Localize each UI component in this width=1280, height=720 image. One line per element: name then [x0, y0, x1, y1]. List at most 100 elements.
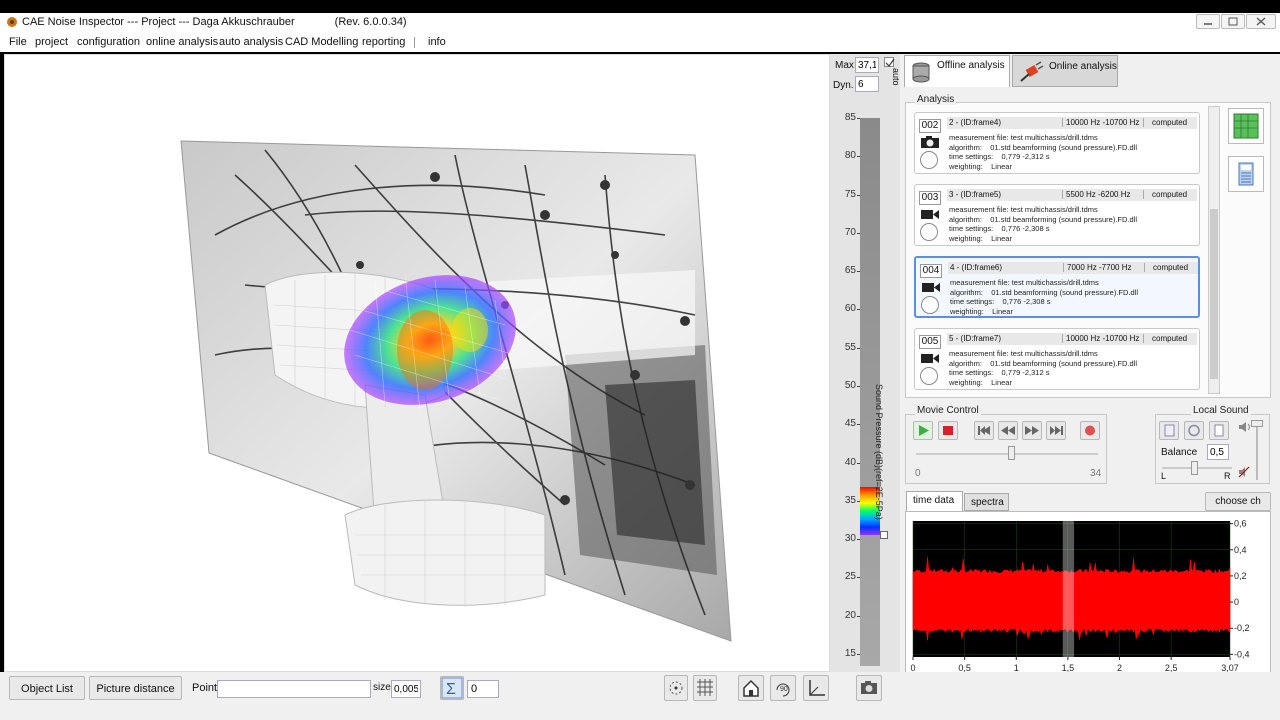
scale-tick-mark — [857, 156, 860, 158]
fast-forward-button[interactable] — [1022, 421, 1042, 440]
analysis-scrollbar[interactable] — [1208, 106, 1220, 394]
scale-tick-label: 70 — [844, 226, 856, 238]
volume-slider-thumb[interactable] — [1251, 420, 1263, 427]
analysis-item-radio[interactable] — [920, 223, 938, 241]
menu-configuration[interactable]: configuration — [77, 36, 140, 48]
analysis-item-radio[interactable] — [920, 367, 938, 385]
stop-button[interactable] — [938, 421, 958, 440]
dyn-input[interactable] — [855, 76, 879, 92]
analysis-item[interactable]: 005 5 - (ID:frame7) 10000 Hz -10700 Hz comp… — [914, 328, 1200, 390]
scale-tick-label: 35 — [844, 494, 856, 506]
size-input[interactable] — [391, 680, 421, 698]
status-bar: Object List Picture distance Point size … — [0, 672, 1280, 720]
menu-info[interactable]: info — [428, 36, 446, 48]
sound-headphone-button[interactable] — [1184, 421, 1204, 440]
svg-text:Σ: Σ — [446, 681, 456, 698]
tab-spectra[interactable]: spectra — [964, 493, 1009, 511]
photo-dark-panel — [605, 380, 705, 545]
scale-tick-mark — [857, 615, 860, 617]
sound-list-button[interactable] — [1159, 421, 1179, 440]
sum-input[interactable] — [467, 680, 499, 698]
analysis-item-algorithm: algorithm: 01.std beamforming (sound pre… — [949, 358, 1137, 368]
scale-tick-mark — [857, 118, 860, 119]
analysis-item[interactable]: 003 3 - (ID:frame5) 5500 Hz -6200 Hz comput… — [914, 184, 1200, 246]
skip-to-start-button[interactable] — [974, 421, 994, 440]
scale-tick-mark — [857, 462, 860, 464]
menu-project[interactable]: project — [35, 36, 68, 48]
scale-tick-label: 55 — [844, 341, 856, 353]
analysis-item-range: 10000 Hz -10700 Hz — [1062, 118, 1152, 127]
analysis-item[interactable]: 002 2 - (ID:frame4) 10000 Hz -10700 Hz comp… — [914, 112, 1200, 174]
analysis-item-weighting: weighting: Linear — [950, 306, 1013, 316]
calculator-button[interactable] — [1228, 156, 1264, 192]
menu-auto-analysis[interactable]: auto analysis — [219, 36, 283, 48]
analysis-item-name: 2 - (ID:frame4) — [949, 118, 1002, 127]
home-icon — [743, 679, 759, 697]
menu-online-analysis[interactable]: online analysis — [146, 36, 218, 48]
chart-y-tick-label: -0,2 — [1234, 623, 1250, 633]
mute-icon[interactable] — [1238, 466, 1250, 478]
analysis-item-header: 4 - (ID:frame6) 7000 Hz -7700 Hz computed — [948, 262, 1198, 274]
analysis-item-time: time settings: 0,776 -2,308 s — [949, 224, 1050, 233]
axes-button[interactable] — [803, 675, 829, 701]
chart-selection-band — [1062, 521, 1075, 657]
tab-online-analysis[interactable]: Online analysis — [1012, 55, 1118, 87]
menu-file[interactable]: File — [9, 36, 27, 48]
view-map-button[interactable] — [1228, 108, 1264, 144]
scale-tick-mark — [857, 577, 860, 579]
home-view-button[interactable] — [738, 675, 764, 701]
menu-reporting[interactable]: reporting — [362, 36, 405, 48]
tab-time-data[interactable]: time data — [906, 491, 963, 511]
analysis-item-weighting: weighting: Linear — [949, 233, 1012, 243]
max-input[interactable] — [855, 57, 879, 73]
menu-cad-modelling[interactable]: CAD Modelling — [285, 36, 358, 48]
auto-checkbox[interactable] — [884, 57, 895, 67]
close-button[interactable] — [1246, 14, 1276, 29]
volume-slider-track[interactable] — [1256, 424, 1258, 480]
scale-tick-label: 15 — [844, 648, 856, 659]
skip-to-end-button[interactable] — [1046, 421, 1066, 440]
chart-y-tick-label: 0 — [1234, 597, 1239, 607]
minimize-button[interactable] — [1196, 14, 1220, 29]
analysis-item-radio[interactable] — [920, 151, 938, 169]
point-select-button[interactable] — [664, 675, 688, 701]
camera-icon — [861, 681, 877, 694]
time-data-chart[interactable]: 0,60,40,20-0,2-0,400,511,522,53,07time — [905, 511, 1271, 691]
scale-marker[interactable] — [880, 531, 888, 539]
balance-input[interactable] — [1207, 444, 1229, 460]
analysis-item-file: measurement file: test multichassis/dril… — [950, 278, 1099, 287]
analysis-item-range: 10000 Hz -10700 Hz — [1062, 334, 1152, 343]
scale-tick-label: 75 — [844, 188, 856, 200]
record-button[interactable] — [1080, 421, 1100, 440]
balance-slider-thumb[interactable] — [1191, 461, 1198, 475]
analysis-item-name: 4 - (ID:frame6) — [950, 263, 1003, 272]
chart-y-tick-label: 0,4 — [1234, 545, 1247, 555]
grid-button[interactable] — [693, 675, 717, 701]
sum-button[interactable]: Σ — [440, 676, 464, 700]
analysis-item-algorithm: algorithm: 01.std beamforming (sound pre… — [950, 287, 1138, 297]
analysis-item[interactable]: 004 4 - (ID:frame6) 7000 Hz -7700 Hz comput… — [914, 256, 1200, 318]
scale-tick-mark — [857, 347, 860, 349]
analysis-item-header: 3 - (ID:frame5) 5500 Hz -6200 Hz computed — [947, 189, 1197, 201]
picture-distance-button[interactable]: Picture distance — [89, 676, 182, 700]
analysis-item-radio[interactable] — [921, 296, 939, 314]
scrollbar-thumb[interactable] — [1210, 209, 1218, 379]
object-list-button[interactable]: Object List — [9, 676, 85, 700]
maximize-button[interactable] — [1221, 14, 1245, 29]
snapshot-button[interactable] — [856, 675, 882, 701]
sigma-icon: Σ — [441, 677, 463, 699]
point-input[interactable] — [217, 680, 371, 698]
rotate-90-button[interactable]: 90 — [770, 675, 796, 701]
analysis-item-name: 3 - (ID:frame5) — [949, 190, 1002, 199]
movie-slider-thumb[interactable] — [1007, 446, 1015, 460]
analysis-item-number: 004 — [920, 264, 942, 278]
3d-viewport[interactable] — [4, 54, 830, 672]
sound-file-button[interactable] — [1209, 421, 1229, 440]
rewind-button[interactable] — [998, 421, 1018, 440]
scale-tick-mark — [857, 309, 860, 311]
choose-channel-button[interactable]: choose ch — [1205, 492, 1271, 511]
tab-offline-analysis[interactable]: Offline analysis — [904, 55, 1010, 87]
play-button[interactable] — [913, 421, 933, 440]
analysis-item-time: time settings: 0,776 -2,308 s — [950, 297, 1051, 306]
scale-tick-label: 60 — [844, 303, 856, 315]
